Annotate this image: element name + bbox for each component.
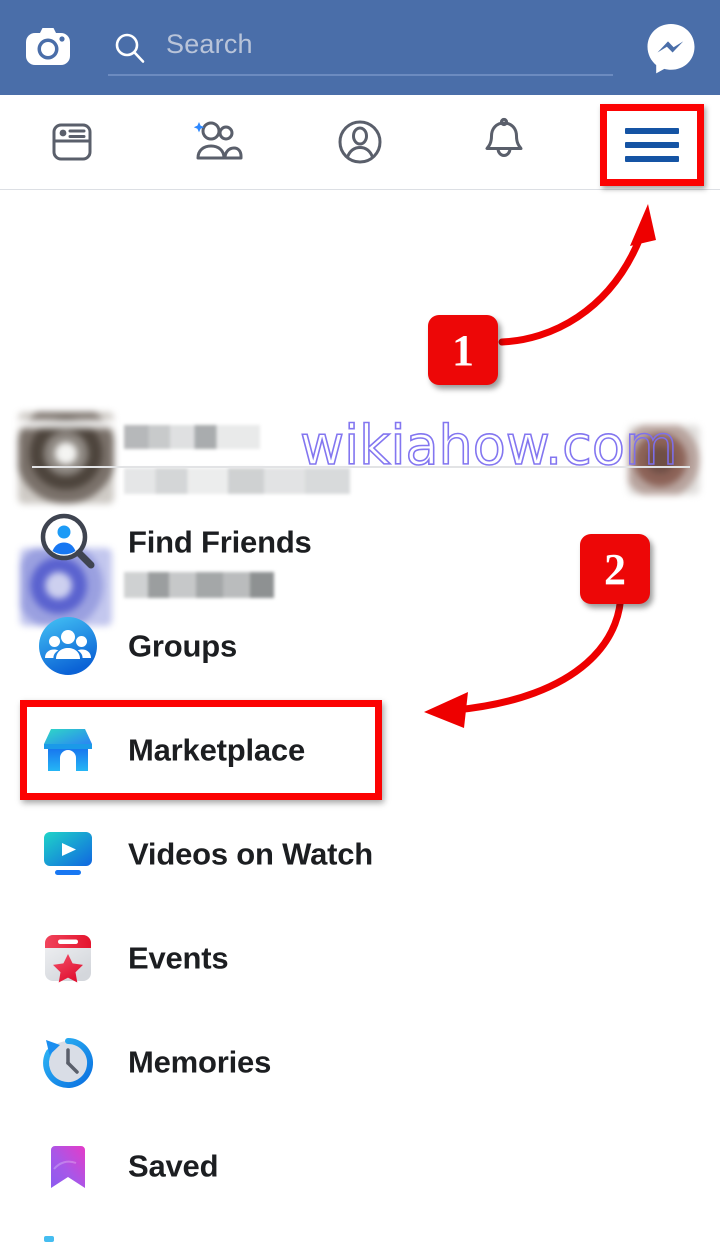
search-placeholder: Search xyxy=(166,29,253,59)
menu-item-memories[interactable]: Memories xyxy=(0,1010,720,1114)
menu-item-events[interactable]: Events xyxy=(0,906,720,1010)
messenger-icon[interactable] xyxy=(645,22,697,74)
news-feed-icon xyxy=(52,123,92,161)
menu-item-label: Saved xyxy=(128,1148,219,1184)
menu-item-label: Events xyxy=(128,940,229,976)
memories-clock-icon xyxy=(38,1032,98,1092)
menu-item-saved[interactable]: Saved xyxy=(0,1114,720,1218)
top-app-bar: Search xyxy=(0,0,720,95)
search-underline xyxy=(108,74,613,76)
profile-name-blurred xyxy=(124,425,260,449)
menu-item-label: Videos on Watch xyxy=(128,836,374,872)
next-menu-item-peek xyxy=(44,1236,54,1242)
hamburger-line-3 xyxy=(625,156,679,162)
sidebar-item-notifications[interactable] xyxy=(432,95,576,189)
sidebar-item-profile[interactable] xyxy=(288,95,432,189)
sidebar-item-news-feed[interactable] xyxy=(0,95,144,189)
search-icon xyxy=(112,30,148,66)
groups-icon xyxy=(38,616,98,676)
menu-item-label: Marketplace xyxy=(128,732,306,768)
hamburger-menu-icon[interactable] xyxy=(625,120,679,170)
hamburger-line-2 xyxy=(625,142,679,148)
hamburger-menu-highlight[interactable] xyxy=(600,104,704,186)
menu-item-label: Groups xyxy=(128,628,238,664)
hamburger-line-1 xyxy=(625,128,679,134)
menu-item-videos-on-watch[interactable]: Videos on Watch xyxy=(0,802,720,906)
menu-item-label: Memories xyxy=(128,1044,272,1080)
watermark: wikiahow.com xyxy=(299,413,678,478)
find-friends-icon xyxy=(38,512,98,572)
saved-bookmark-icon xyxy=(38,1136,98,1196)
search-input[interactable]: Search xyxy=(108,24,613,76)
camera-icon[interactable] xyxy=(24,24,72,72)
events-calendar-icon xyxy=(38,928,98,988)
callout-badge-1: 1 xyxy=(428,315,498,385)
profile-circle-icon xyxy=(338,120,382,164)
menu-item-label: Find Friends xyxy=(128,524,312,560)
sidebar-item-friend-requests[interactable] xyxy=(144,95,288,189)
app-screen: Search wikiahow.com Find Friends Groups … xyxy=(0,0,720,1244)
callout-arrow-1 xyxy=(498,204,656,346)
callout-badge-2: 2 xyxy=(580,534,650,604)
marketplace-icon xyxy=(38,720,98,780)
bell-icon xyxy=(485,117,523,158)
friend-requests-icon xyxy=(193,121,243,160)
watch-video-icon xyxy=(38,824,98,884)
